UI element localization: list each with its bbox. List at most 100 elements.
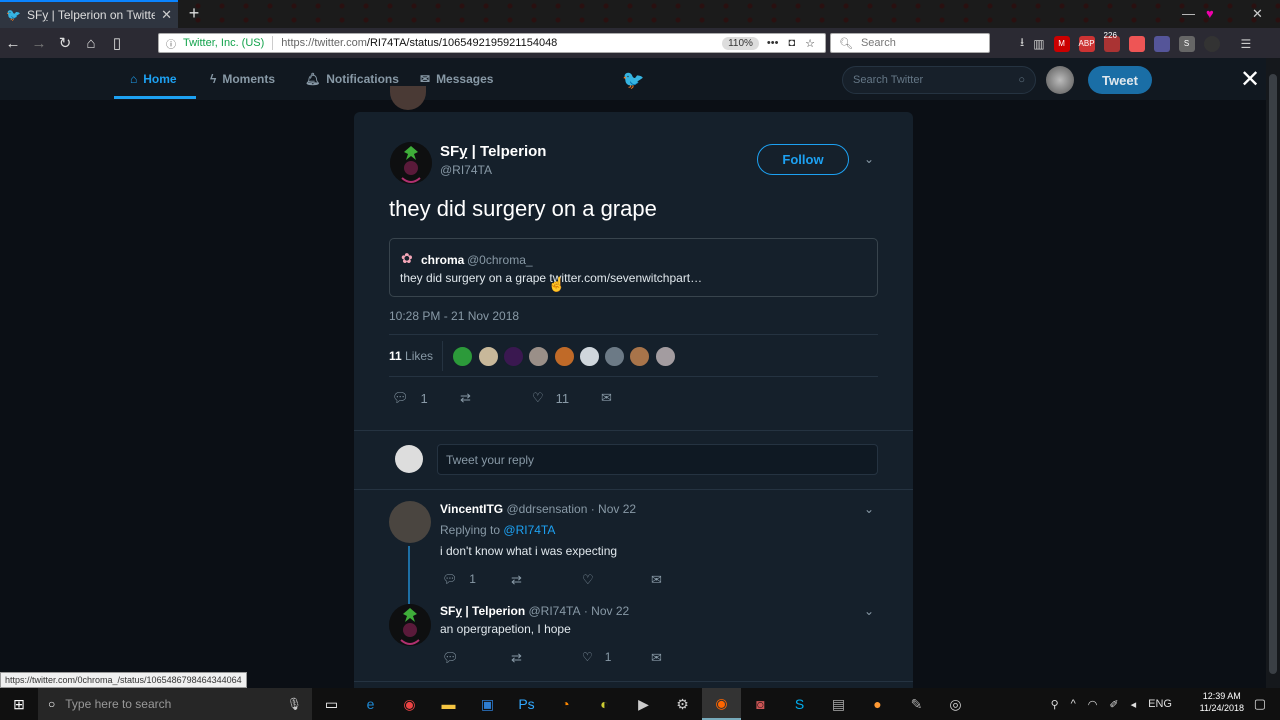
nav-moments[interactable]: ϟ Moments: [210, 72, 275, 86]
extension-icon[interactable]: [1153, 35, 1170, 52]
like-action[interactable]: ♡ 11: [532, 390, 569, 406]
reply-author-avatar[interactable]: [389, 604, 431, 646]
nav-messages[interactable]: ✉ Messages: [420, 72, 493, 86]
reply-icon[interactable]: 💬︎: [442, 650, 459, 666]
extension-icon[interactable]: [1203, 35, 1220, 52]
forward-icon[interactable]: →: [26, 28, 52, 58]
reply-action[interactable]: 💬︎ 1: [442, 572, 476, 586]
reply-author-avatar[interactable]: [389, 501, 431, 543]
task-view-icon[interactable]: ▭: [312, 688, 351, 720]
liker-avatar[interactable]: [452, 346, 473, 367]
windows-start-icon[interactable]: ⊞: [0, 688, 38, 720]
chevron-down-icon[interactable]: ⌄: [864, 604, 874, 618]
adblock-icon[interactable]: ABP: [1078, 35, 1095, 52]
chevron-up-icon[interactable]: ^: [1071, 698, 1076, 710]
liker-avatar[interactable]: [528, 346, 549, 367]
gmail-icon[interactable]: M: [1053, 35, 1070, 52]
scrollbar[interactable]: [1266, 58, 1280, 688]
browser-search-input[interactable]: 🔍︎ Search: [830, 33, 990, 53]
media-icon[interactable]: ▶: [624, 688, 663, 720]
liker-avatar[interactable]: [478, 346, 499, 367]
skype-icon[interactable]: S: [780, 688, 819, 720]
reload-icon[interactable]: ↻: [52, 28, 78, 58]
follow-button[interactable]: Follow: [757, 144, 849, 175]
file-explorer-icon[interactable]: ▬: [429, 688, 468, 720]
scrollbar-thumb[interactable]: [1269, 74, 1277, 674]
nav-notifications[interactable]: 🔔︎ Notifications: [305, 72, 399, 86]
zoom-level[interactable]: 110%: [722, 36, 759, 50]
notification-extension-icon[interactable]: 226: [1103, 31, 1120, 52]
direct-message-icon[interactable]: ✉: [651, 650, 662, 666]
clock[interactable]: 12:39 AM 11/24/2018: [1200, 690, 1244, 714]
reply-action[interactable]: 💬︎ 1: [392, 390, 428, 406]
replying-to-link[interactable]: @RI74TA: [503, 523, 555, 537]
liker-avatar[interactable]: [629, 346, 650, 367]
heart-icon[interactable]: ♡: [582, 572, 594, 588]
likes-stat[interactable]: 11 Likes: [389, 349, 433, 363]
home-icon[interactable]: ⌂: [78, 28, 104, 58]
site-identity[interactable]: Twitter, Inc. (US): [159, 36, 274, 50]
app-icon[interactable]: ◙: [741, 688, 780, 720]
edge-icon[interactable]: e: [351, 688, 390, 720]
liker-avatar[interactable]: [503, 346, 524, 367]
back-icon[interactable]: ←: [0, 28, 26, 58]
network-icon[interactable]: ◠: [1088, 698, 1098, 711]
store-icon[interactable]: ▣: [468, 688, 507, 720]
liker-avatar[interactable]: [604, 346, 625, 367]
more-icon[interactable]: •••: [767, 37, 779, 49]
author-avatar[interactable]: [390, 142, 432, 184]
quoted-tweet[interactable]: ✿ chroma @0chroma_ they did surgery on a…: [389, 238, 878, 297]
direct-message-icon[interactable]: ✉: [651, 572, 662, 588]
people-icon[interactable]: ⚲: [1051, 698, 1059, 711]
blender-icon[interactable]: ◔: [546, 688, 585, 720]
retweet-icon[interactable]: ⇄: [511, 650, 522, 666]
liker-avatar[interactable]: [579, 346, 600, 367]
bookmark-star-icon[interactable]: ☆: [805, 37, 815, 50]
app-icon[interactable]: ▤: [819, 688, 858, 720]
new-tab-button[interactable]: +: [184, 3, 204, 24]
close-tab-icon[interactable]: ✕: [161, 7, 172, 23]
library-icon[interactable]: ▥: [1033, 37, 1044, 51]
chevron-down-icon[interactable]: ⌄: [864, 502, 874, 516]
liker-avatar[interactable]: [655, 346, 676, 367]
pen-icon[interactable]: ✐: [1109, 698, 1118, 711]
reply-input[interactable]: Tweet your reply: [437, 444, 878, 475]
menu-icon[interactable]: ☰: [1241, 37, 1252, 51]
tweet-timestamp[interactable]: 10:28 PM - 21 Nov 2018: [389, 309, 519, 323]
url-text[interactable]: https://twitter.com/RI74TA/status/106549…: [273, 37, 722, 49]
steam-icon[interactable]: ⚙: [663, 688, 702, 720]
app-icon[interactable]: ◐: [585, 688, 624, 720]
microphone-icon[interactable]: 🎙︎: [287, 697, 302, 711]
photoshop-icon[interactable]: Ps: [507, 688, 546, 720]
url-bar[interactable]: ⓘ Twitter, Inc. (US) https://twitter.com…: [158, 33, 826, 53]
twitter-logo-icon[interactable]: 🐦: [622, 70, 644, 91]
nav-home[interactable]: ⌂ Home: [130, 72, 177, 86]
language[interactable]: ENG: [1148, 698, 1172, 710]
browser-tab[interactable]: 🐦 SFỵ | Telperion on Twitter: "the ✕: [0, 0, 178, 28]
reply-author[interactable]: SFỵ | Telperion @RI74TA · Nov 22: [440, 604, 629, 618]
sidebar-icon[interactable]: ▯: [104, 28, 130, 58]
extension-icon[interactable]: [1128, 35, 1145, 52]
tweet-button[interactable]: Tweet: [1088, 66, 1152, 94]
profile-avatar[interactable]: [1046, 66, 1074, 94]
app-icon[interactable]: ✎: [897, 688, 936, 720]
extension-s-icon[interactable]: S: [1178, 35, 1195, 52]
retweet-icon[interactable]: ⇄: [511, 572, 522, 588]
like-action[interactable]: ♡ 1: [582, 650, 611, 664]
retweet-icon[interactable]: ⇄: [460, 390, 471, 406]
volume-icon[interactable]: ◂: [1131, 698, 1137, 711]
download-icon[interactable]: ⭳: [1020, 33, 1024, 54]
close-modal-icon[interactable]: ✕: [1240, 66, 1260, 94]
obs-icon[interactable]: ◎: [936, 688, 975, 720]
direct-message-icon[interactable]: ✉: [601, 390, 612, 406]
taskbar-search-input[interactable]: ○ Type here to search 🎙︎: [38, 688, 312, 720]
pocket-icon[interactable]: ◘: [788, 37, 795, 49]
info-icon[interactable]: ⓘ: [166, 36, 176, 51]
reply-author[interactable]: VincentITG @ddrsensation · Nov 22: [440, 502, 636, 516]
author-handle[interactable]: @RI74TA: [440, 163, 492, 177]
firefox-icon[interactable]: ◉: [702, 688, 741, 720]
chrome-icon[interactable]: ◉: [390, 688, 429, 720]
liker-avatar[interactable]: [554, 346, 575, 367]
window-close-icon[interactable]: ✕: [1252, 6, 1263, 22]
action-center-icon[interactable]: ▢: [1254, 696, 1266, 712]
